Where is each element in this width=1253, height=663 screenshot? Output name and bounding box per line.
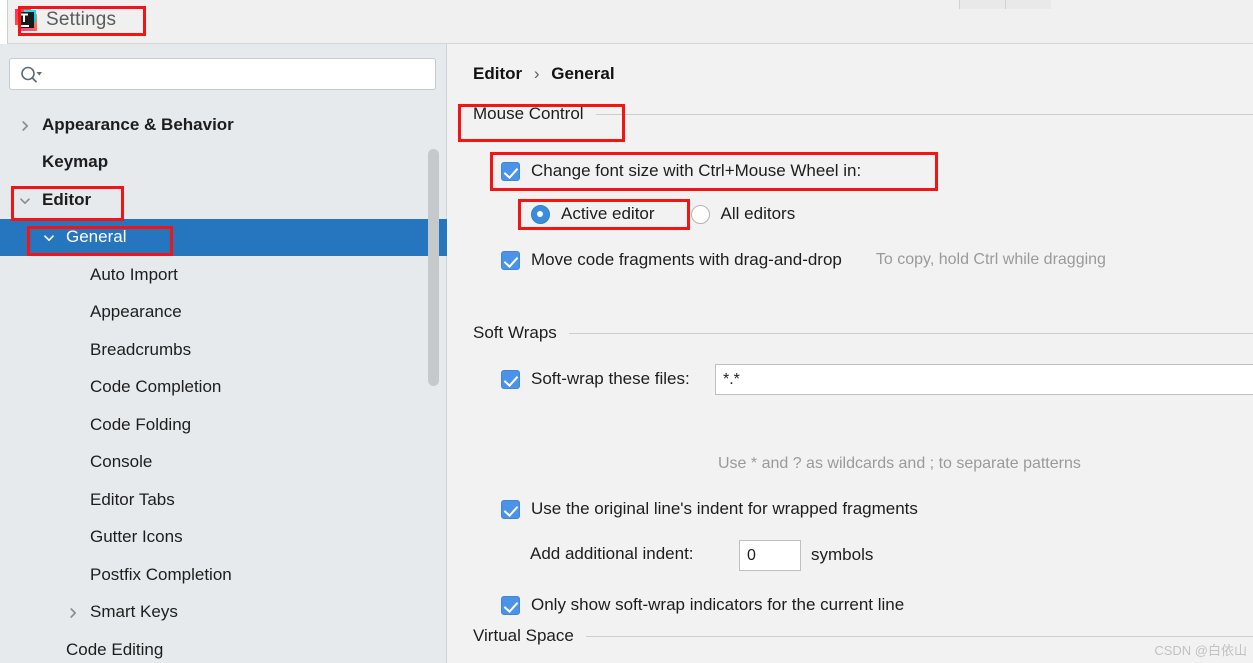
sidebar-item-label: Appearance bbox=[90, 302, 182, 322]
sidebar-item-editor-tabs[interactable]: Editor Tabs bbox=[0, 481, 447, 519]
additional-indent-label: Add additional indent: bbox=[530, 544, 694, 563]
sidebar-item-keymap[interactable]: Keymap bbox=[0, 144, 447, 182]
sidebar-item-label: Keymap bbox=[42, 152, 109, 172]
sidebar-item-label: General bbox=[66, 227, 127, 247]
section-title-soft-wraps: Soft Wraps bbox=[473, 323, 557, 342]
change-font-size-label: Change font size with Ctrl+Mouse Wheel i… bbox=[531, 161, 862, 180]
sidebar-item-console[interactable]: Console bbox=[0, 444, 447, 482]
original-indent-row[interactable]: Use the original line's indent for wrapp… bbox=[501, 499, 918, 519]
sidebar-item-appearance-behavior[interactable]: Appearance & Behavior bbox=[0, 106, 447, 144]
window-title: Settings bbox=[46, 9, 117, 30]
search-box[interactable] bbox=[9, 58, 436, 90]
original-indent-label: Use the original line's indent for wrapp… bbox=[531, 499, 918, 518]
active-editor-label: Active editor bbox=[561, 204, 655, 223]
sidebar-item-editor[interactable]: Editor bbox=[0, 181, 447, 219]
sidebar-scrollbar[interactable] bbox=[426, 104, 439, 663]
section-header-virtual-space: Virtual Space bbox=[473, 626, 1253, 646]
settings-sidebar: Appearance & Behavior Keymap Editor General… bbox=[0, 44, 447, 663]
section-divider bbox=[568, 332, 1253, 334]
breadcrumb-current: General bbox=[551, 64, 615, 83]
soft-wrap-files-checkbox[interactable] bbox=[501, 369, 520, 389]
all-editors-label: All editors bbox=[720, 204, 796, 223]
sidebar-item-label: Breadcrumbs bbox=[90, 339, 192, 359]
drag-and-drop-checkbox-row[interactable]: Move code fragments with drag-and-drop T… bbox=[501, 250, 1106, 270]
drag-and-drop-label: Move code fragments with drag-and-drop bbox=[531, 250, 842, 269]
soft-wrap-files-hint: Use * and ? as wildcards and ; to separa… bbox=[718, 455, 1081, 472]
drag-and-drop-checkbox[interactable] bbox=[501, 250, 520, 270]
sidebar-item-label: Postfix Completion bbox=[90, 564, 232, 584]
sidebar-item-auto-import[interactable]: Auto Import bbox=[0, 256, 447, 294]
section-header-mouse-control: Mouse Control bbox=[473, 104, 1253, 124]
sidebar-item-label: Gutter Icons bbox=[90, 527, 183, 547]
chevron-right-icon[interactable] bbox=[66, 605, 80, 619]
breadcrumb: Editor › General bbox=[473, 64, 615, 84]
chevron-down-icon bbox=[36, 72, 42, 76]
settings-dialog: Settings Appearance & Behavior Keymap Edit… bbox=[0, 0, 1253, 663]
change-font-size-checkbox[interactable] bbox=[501, 161, 520, 181]
window-maximize-button[interactable] bbox=[1005, 0, 1051, 9]
intellij-idea-icon bbox=[15, 9, 37, 31]
soft-wrap-files-label: Soft-wrap these files: bbox=[531, 369, 690, 388]
drag-and-drop-hint: To copy, hold Ctrl while dragging bbox=[875, 251, 1106, 268]
chevron-down-icon[interactable] bbox=[18, 193, 32, 207]
soft-wrap-files-input[interactable] bbox=[715, 364, 1253, 395]
sidebar-item-code-completion[interactable]: Code Completion bbox=[0, 369, 447, 407]
section-divider bbox=[585, 635, 1253, 637]
sidebar-item-label: Smart Keys bbox=[90, 602, 178, 622]
sidebar-item-breadcrumbs[interactable]: Breadcrumbs bbox=[0, 331, 447, 369]
sidebar-scrollbar-thumb[interactable] bbox=[428, 149, 439, 386]
additional-indent-input[interactable] bbox=[739, 540, 801, 571]
title-bar: Settings bbox=[0, 0, 1253, 44]
sidebar-item-label: Code Editing bbox=[66, 639, 164, 659]
chevron-down-icon[interactable] bbox=[42, 230, 56, 244]
sidebar-item-label: Code Folding bbox=[90, 414, 192, 434]
soft-wrap-files-row[interactable]: Soft-wrap these files: bbox=[501, 369, 690, 389]
change-font-size-checkbox-row[interactable]: Change font size with Ctrl+Mouse Wheel i… bbox=[501, 161, 861, 181]
breadcrumb-separator-icon: › bbox=[533, 64, 540, 83]
soft-wrap-indicators-label: Only show soft-wrap indicators for the c… bbox=[531, 595, 905, 614]
window-frame-edge bbox=[0, 0, 8, 44]
font-size-scope-radio-group[interactable]: Active editor All editors bbox=[531, 204, 795, 224]
sidebar-item-label: Console bbox=[90, 452, 153, 472]
sidebar-item-label: Auto Import bbox=[90, 264, 178, 284]
original-indent-checkbox[interactable] bbox=[501, 499, 520, 519]
search-input[interactable] bbox=[48, 59, 430, 89]
section-title-mouse-control: Mouse Control bbox=[473, 104, 584, 123]
sidebar-item-code-editing[interactable]: Code Editing bbox=[0, 631, 447, 663]
sidebar-item-postfix-completion[interactable]: Postfix Completion bbox=[0, 556, 447, 594]
search-icon bbox=[21, 66, 42, 83]
sidebar-item-label: Editor Tabs bbox=[90, 489, 175, 509]
sidebar-item-gutter-icons[interactable]: Gutter Icons bbox=[0, 519, 447, 557]
sidebar-item-smart-keys[interactable]: Smart Keys bbox=[0, 594, 447, 632]
settings-tree[interactable]: Appearance & Behavior Keymap Editor General… bbox=[0, 106, 447, 663]
sidebar-item-label: Code Completion bbox=[90, 377, 222, 397]
sidebar-item-label: Appearance & Behavior bbox=[42, 114, 234, 134]
sidebar-item-appearance[interactable]: Appearance bbox=[0, 294, 447, 332]
all-editors-radio[interactable] bbox=[690, 204, 710, 224]
breadcrumb-parent[interactable]: Editor bbox=[473, 64, 522, 83]
chevron-right-icon[interactable] bbox=[18, 118, 32, 132]
additional-indent-row[interactable]: Add additional indent: bbox=[530, 544, 694, 564]
section-header-soft-wraps: Soft Wraps bbox=[473, 323, 1253, 343]
active-editor-radio[interactable] bbox=[531, 204, 550, 224]
soft-wrap-indicators-row[interactable]: Only show soft-wrap indicators for the c… bbox=[501, 595, 904, 615]
additional-indent-units: symbols bbox=[811, 545, 874, 564]
sidebar-item-general[interactable]: General bbox=[0, 218, 447, 256]
section-divider bbox=[595, 113, 1253, 115]
soft-wrap-indicators-checkbox[interactable] bbox=[501, 595, 520, 615]
window-minimize-button[interactable] bbox=[959, 0, 1005, 9]
sidebar-item-label: Editor bbox=[42, 189, 92, 209]
sidebar-item-code-folding[interactable]: Code Folding bbox=[0, 406, 447, 444]
watermark: CSDN @白依山 bbox=[1154, 643, 1247, 658]
section-title-virtual-space: Virtual Space bbox=[473, 626, 574, 645]
settings-content-panel: Editor › General Mouse Control Change fo… bbox=[448, 44, 1253, 663]
